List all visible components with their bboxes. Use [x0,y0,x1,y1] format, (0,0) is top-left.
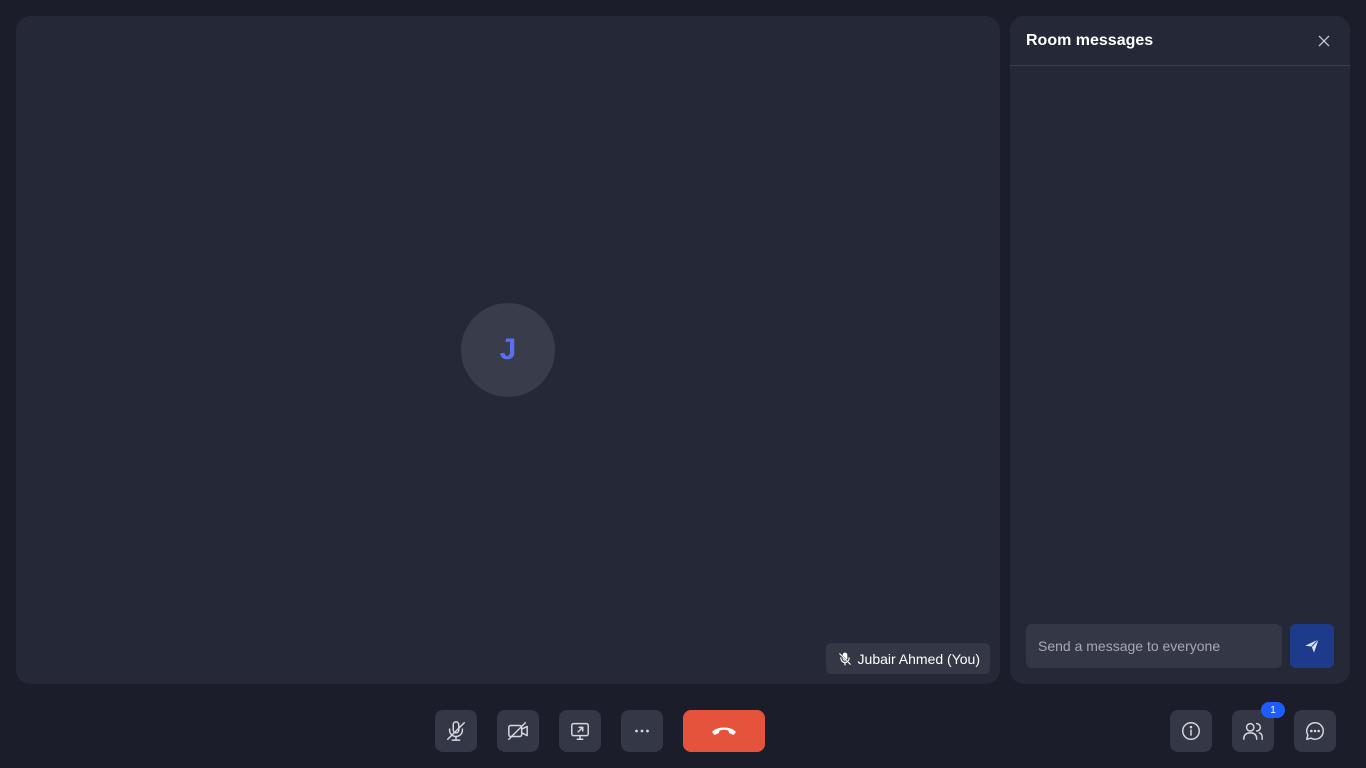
share-screen-button[interactable] [559,710,601,752]
mic-muted-icon [838,652,852,666]
info-icon [1182,722,1200,740]
toggle-mic-button[interactable] [435,710,477,752]
chat-panel-title: Room messages [1026,31,1154,49]
close-chat-button[interactable] [1314,31,1334,51]
message-composer [1026,624,1334,668]
chat-panel: Room messages [1010,16,1350,684]
send-icon [1305,638,1320,653]
message-input[interactable] [1026,624,1282,668]
participant-name: Jubair Ahmed (You) [857,650,980,667]
participant-avatar: J [461,303,555,397]
call-controls [435,710,765,752]
video-stage: J Jubair Ahmed (You) [16,16,1000,684]
mic-off-icon [447,721,465,741]
camera-off-icon [508,722,528,740]
chat-button[interactable] [1294,710,1336,752]
hang-up-icon [712,727,736,735]
room-controls: 1 [1170,702,1336,752]
people-icon [1243,722,1263,740]
participants-count-badge: 1 [1261,702,1285,718]
end-call-button[interactable] [683,710,765,752]
participants-button[interactable]: 1 [1232,702,1285,752]
send-message-button[interactable] [1290,624,1334,668]
screen-share-icon [571,722,589,740]
more-options-button[interactable] [621,710,663,752]
chat-panel-header: Room messages [1010,16,1350,66]
participant-name-tag: Jubair Ahmed (You) [825,643,990,674]
toggle-camera-button[interactable] [497,710,539,752]
close-icon [1318,35,1330,46]
chat-icon [1306,722,1324,740]
avatar-initial: J [499,333,517,366]
more-icon [635,729,649,733]
meeting-info-button[interactable] [1170,710,1212,752]
